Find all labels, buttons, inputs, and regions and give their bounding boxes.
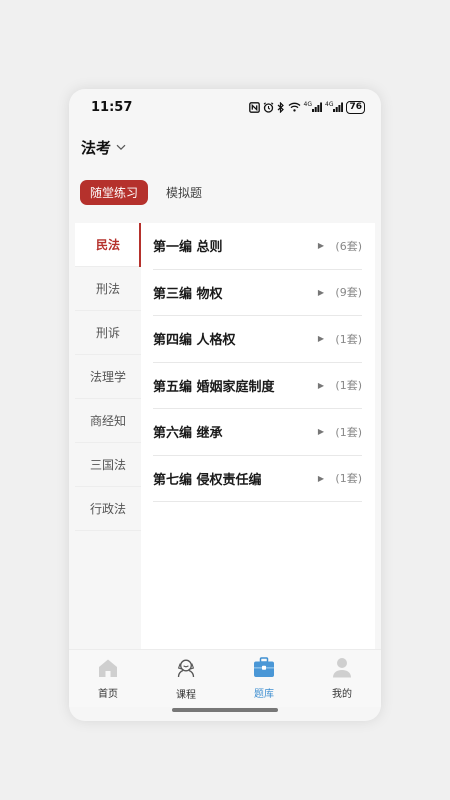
chapter-title: 第六编 继承: [153, 426, 223, 442]
chapter-title: 第五编 婚姻家庭制度: [153, 379, 275, 395]
chapter-count: (1套): [335, 379, 362, 393]
nav-home[interactable]: 首页: [69, 650, 147, 707]
play-arrow-icon: ▶: [317, 241, 324, 251]
phone-screen: 11:57 4G 4G 76 法考 随堂练习 模拟题 民法 刑法 刑诉 法理学 …: [69, 89, 381, 721]
chapter-title: 第四编 人格权: [153, 333, 236, 349]
chapter-row[interactable]: 第七编 侵权责任编 ▶ (1套): [153, 456, 362, 502]
chapter-row[interactable]: 第四编 人格权 ▶ (1套): [153, 316, 362, 363]
play-arrow-icon: ▶: [317, 473, 324, 483]
chevron-down-icon[interactable]: [116, 144, 126, 151]
chapter-row[interactable]: 第一编 总则 ▶ (6套): [153, 223, 362, 270]
sidebar-item-criminal-procedure[interactable]: 刑诉: [75, 311, 141, 355]
tab-practice[interactable]: 随堂练习: [80, 179, 149, 205]
play-arrow-icon: ▶: [317, 427, 324, 437]
question-bank-icon: [253, 657, 275, 682]
chapter-title: 第七编 侵权责任编: [153, 472, 262, 488]
chapter-row[interactable]: 第三编 物权 ▶ (9套): [153, 270, 362, 316]
subject-sidebar: 民法 刑法 刑诉 法理学 商经知 三国法 行政法: [75, 223, 141, 649]
chapter-row[interactable]: 第六编 继承 ▶ (1套): [153, 409, 362, 456]
sidebar-item-administrative-law[interactable]: 行政法: [75, 487, 141, 531]
signal-icon-2: 4G: [325, 102, 344, 112]
chapter-count: (9套): [335, 286, 362, 300]
nfc-icon: [248, 101, 260, 113]
signal-icon: 4G: [304, 102, 322, 112]
status-bar: 11:57 4G 4G 76: [69, 89, 381, 125]
alarm-icon: [263, 101, 274, 113]
chapter-title: 第三编 物权: [153, 286, 223, 302]
bottom-nav: 首页 课程 题库 我的: [69, 649, 381, 707]
sidebar-item-civil-law[interactable]: 民法: [75, 223, 141, 267]
wifi-icon: [288, 102, 301, 112]
battery-icon: 76: [346, 100, 365, 114]
bluetooth-icon: [277, 101, 285, 113]
tab-mock-exam[interactable]: 模拟题: [160, 180, 208, 205]
chapter-list: 第一编 总则 ▶ (6套) 第三编 物权 ▶ (9套) 第四编 人格权 ▶ (1…: [141, 223, 375, 649]
course-icon: [175, 657, 197, 683]
home-icon: [97, 658, 119, 682]
practice-tabs: 随堂练习 模拟题: [69, 177, 381, 207]
status-icons: 4G 4G 76: [248, 100, 365, 114]
profile-icon: [331, 657, 353, 682]
home-indicator[interactable]: [172, 708, 278, 712]
nav-question-bank[interactable]: 题库: [225, 650, 303, 707]
sidebar-item-commercial-economic[interactable]: 商经知: [75, 399, 141, 443]
nav-label: 我的: [332, 689, 352, 700]
chapter-count: (6套): [335, 239, 362, 253]
nav-profile[interactable]: 我的: [303, 650, 381, 707]
nav-label: 题库: [254, 689, 274, 700]
status-time: 11:57: [91, 99, 133, 115]
play-arrow-icon: ▶: [317, 380, 324, 390]
app-header: 法考: [69, 125, 381, 169]
nav-label: 首页: [98, 688, 118, 700]
chapter-count: (1套): [335, 332, 362, 346]
content-area: 民法 刑法 刑诉 法理学 商经知 三国法 行政法 第一编 总则 ▶ (6套) 第…: [75, 223, 375, 649]
sidebar-item-criminal-law[interactable]: 刑法: [75, 267, 141, 311]
subject-selector[interactable]: 法考: [81, 137, 111, 158]
chapter-title: 第一编 总则: [153, 240, 223, 256]
chapter-count: (1套): [335, 425, 362, 439]
play-arrow-icon: ▶: [317, 287, 324, 297]
nav-course[interactable]: 课程: [147, 650, 225, 707]
chapter-count: (1套): [335, 472, 362, 486]
chapter-row[interactable]: 第五编 婚姻家庭制度 ▶ (1套): [153, 363, 362, 409]
play-arrow-icon: ▶: [317, 334, 324, 344]
nav-label: 课程: [176, 689, 196, 701]
sidebar-item-international-law[interactable]: 三国法: [75, 443, 141, 487]
sidebar-item-jurisprudence[interactable]: 法理学: [75, 355, 141, 399]
